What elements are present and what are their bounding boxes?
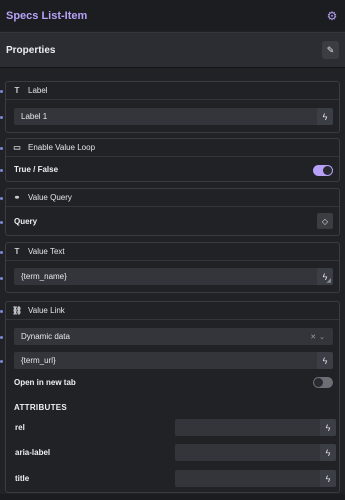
group-title: Label	[28, 86, 48, 95]
row-indicator-dot	[0, 221, 3, 224]
lightning-icon: ϟ	[325, 422, 331, 433]
link-type-row: Dynamic data ✕⌄	[14, 328, 333, 345]
link-url-input[interactable]: {term_url} ϟ	[14, 352, 333, 369]
text-control-group: T Value Text {term_name} ϟ ◢	[0, 242, 340, 293]
row-indicator-dot	[0, 360, 3, 363]
loop-toggle-icon: ▭	[13, 143, 21, 152]
dynamic-data-button[interactable]: ϟ	[320, 444, 336, 461]
lightning-icon: ϟ	[325, 447, 331, 458]
group-indicator-dot	[0, 251, 3, 254]
text-type-icon: T	[14, 86, 20, 95]
text-row: {term_name} ϟ ◢	[14, 268, 333, 285]
attribute-label: rel	[15, 423, 25, 432]
lightning-icon: ϟ	[325, 473, 331, 484]
attribute-aria-label-input[interactable]: ϟ	[175, 444, 336, 461]
dynamic-data-button[interactable]: ϟ	[320, 419, 336, 436]
label-input-value: Label 1	[21, 112, 48, 121]
link-type-value: Dynamic data	[21, 332, 70, 341]
row-indicator-dot	[0, 336, 3, 339]
query-row: Query	[14, 217, 333, 226]
link-chain-icon: ⚭	[13, 193, 21, 202]
attributes-heading-row: ATTRIBUTES	[14, 403, 333, 412]
row-indicator-dot	[0, 277, 3, 280]
tag-icon: ◇	[321, 216, 329, 226]
lightning-icon: ϟ	[322, 355, 328, 366]
dynamic-data-button[interactable]: ϟ	[320, 470, 336, 487]
properties-title: Properties	[6, 44, 56, 56]
attribute-title-input[interactable]: ϟ	[175, 470, 336, 487]
attribute-label: title	[15, 474, 30, 483]
loop-toggle[interactable]	[313, 165, 333, 176]
attribute-label: aria-label	[15, 448, 51, 457]
group-header: T Value Text	[6, 243, 339, 261]
group-header: ▭ Enable Value Loop	[6, 139, 339, 157]
toggle-knob	[323, 166, 332, 175]
loop-label: True / False	[14, 165, 59, 174]
group-header: ⛓ Value Link	[6, 302, 339, 320]
query-edit-button[interactable]: ◇	[317, 213, 333, 229]
link-type-select[interactable]: Dynamic data ✕⌄	[14, 328, 333, 345]
group-title: Enable Value Loop	[28, 143, 96, 152]
label-input[interactable]: Label 1 ϟ	[14, 108, 333, 125]
new-tab-toggle[interactable]	[313, 377, 333, 388]
row-indicator-dot	[0, 169, 3, 172]
query-control-group: ⚭ Value Query Query ◇	[0, 188, 340, 236]
group-title: Value Query	[28, 193, 72, 202]
new-tab-label: Open in new tab	[14, 378, 76, 387]
link-control-group: ⛓ Value Link Dynamic data ✕⌄ {term_url} …	[0, 301, 340, 493]
group-header: T Label	[6, 82, 339, 100]
row-indicator-dot	[0, 116, 3, 119]
loop-control-group: ▭ Enable Value Loop True / False	[0, 138, 340, 182]
dynamic-data-button[interactable]: ϟ	[317, 352, 333, 369]
resize-handle-icon[interactable]: ◢	[326, 277, 331, 284]
link-url-row: {term_url} ϟ	[14, 352, 333, 369]
text-type-icon: T	[14, 247, 20, 256]
loop-row: True / False	[14, 165, 333, 174]
group-header: ⚭ Value Query	[6, 189, 339, 207]
query-label: Query	[14, 217, 38, 226]
group-indicator-dot	[0, 197, 3, 200]
panel-title: Specs List-Item	[6, 9, 88, 22]
link-icon: ⛓	[12, 306, 23, 315]
attributes-heading: ATTRIBUTES	[14, 403, 68, 412]
pencil-icon: ✎	[326, 44, 335, 55]
value-text-value: {term_name}	[21, 272, 67, 281]
attribute-rel-input[interactable]: ϟ	[175, 419, 336, 436]
group-title: Value Text	[28, 247, 65, 256]
panel-header: Specs List-Item ⚙	[0, 0, 345, 31]
edit-button[interactable]: ✎	[322, 41, 339, 59]
lightning-icon: ϟ	[322, 111, 328, 122]
group-indicator-dot	[0, 147, 3, 150]
gear-icon[interactable]: ⚙	[325, 9, 339, 23]
value-text-input[interactable]: {term_name} ϟ ◢	[14, 268, 333, 285]
clear-icon[interactable]: ✕	[310, 334, 319, 341]
group-indicator-dot	[0, 310, 3, 313]
dynamic-data-button[interactable]: ϟ	[317, 108, 333, 125]
chevron-down-icon[interactable]: ⌄	[319, 334, 328, 341]
toggle-knob	[314, 378, 323, 387]
panel-footer	[0, 494, 345, 500]
group-indicator-dot	[0, 90, 3, 93]
new-tab-row: Open in new tab	[14, 378, 333, 387]
label-control-group: T Label Label 1 ϟ	[0, 81, 340, 133]
properties-bar: Properties ✎	[0, 32, 345, 68]
link-url-value: {term_url}	[21, 356, 56, 365]
group-title: Value Link	[28, 306, 65, 315]
label-row: Label 1 ϟ	[14, 108, 333, 125]
